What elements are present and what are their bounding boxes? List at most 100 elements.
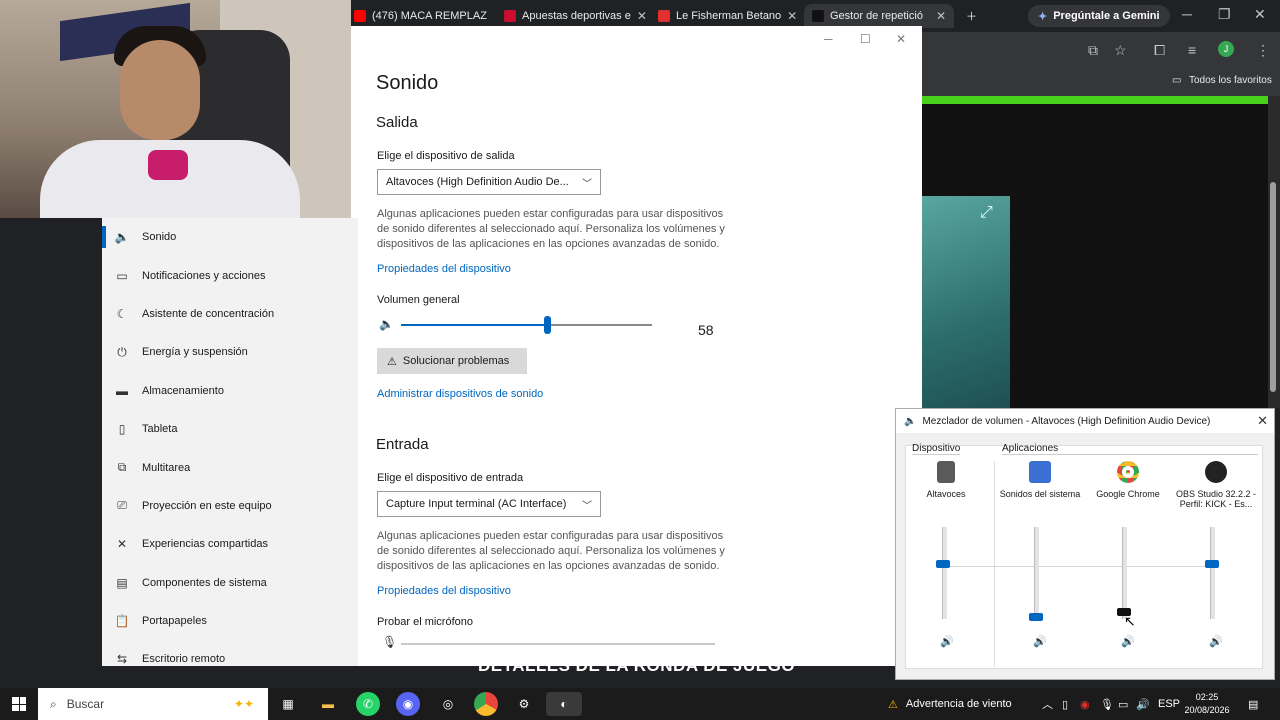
notifications-icon[interactable]: ▤ [1248,688,1258,720]
nav-item-portapapeles[interactable]: 📋 Portapapeles [102,602,358,640]
obs-volume-thumb[interactable] [1205,559,1219,568]
mute-chrome-icon[interactable]: 🔊 [1121,635,1135,648]
nav-item-concentracion[interactable]: ☾ Asistente de concentración [102,295,358,333]
chevron-up-icon[interactable]: ︿ [1042,688,1053,720]
remote-icon: ⇆ [116,652,128,666]
nav-label: Notificaciones y acciones [142,269,266,282]
close-icon[interactable]: ✕ [493,9,494,23]
video-thumbnail[interactable]: ⤢ [922,196,1010,408]
close-icon[interactable]: ✕ [787,9,797,23]
weather-widget[interactable]: ⚠ Advertencia de viento [888,688,1012,720]
chrome-icon [1117,461,1139,483]
clock[interactable]: 02:25 20/08/2026 [1180,691,1234,717]
site-icon [812,10,824,22]
obs-volume-slider[interactable] [1210,527,1215,619]
input-device-select[interactable]: Capture Input terminal (AC Interface) ﹀ [377,491,601,517]
nav-item-experiencias[interactable]: ✕ Experiencias compartidas [102,525,358,563]
record-icon[interactable]: ◉ [1080,688,1090,720]
expand-icon[interactable]: ⤢ [980,204,993,222]
close-icon[interactable]: ✕ [637,9,646,23]
gemini-button[interactable]: ✦ Pregúntale a Gemini [1028,5,1170,27]
whatsapp-icon[interactable]: ✆ [356,692,380,716]
translate-icon[interactable]: ⧉ [1088,42,1098,59]
nav-item-notificaciones[interactable]: ▭ Notificaciones y acciones [102,256,358,294]
menu-icon[interactable]: ⋮ [1256,42,1270,59]
mixer-titlebar: 🔈 Mezclador de volumen - Altavoces (High… [896,409,1274,433]
output-device-select[interactable]: Altavoces (High Definition Audio De... ﹀ [377,169,601,195]
taskbar: ⌕ Buscar ✦✦ ▦ ▬ ✆ ◉ ◎ ⚙ ◐ ⚠ Advertencia … [0,688,1280,720]
maximize-icon[interactable]: ☐ [860,32,871,46]
altavoces-volume-slider[interactable] [942,527,947,619]
button-label: Solucionar problemas [402,355,510,367]
system-volume-thumb[interactable] [1029,613,1043,621]
system-sounds-icon [1029,461,1051,483]
nav-item-componentes[interactable]: ▤ Componentes de sistema [102,564,358,602]
screen-tool-icon[interactable]: ◎ [436,692,460,716]
browser-tab-2[interactable]: Apuestas deportivas e ✕ [496,4,646,28]
file-explorer-icon[interactable]: ▬ [316,692,340,716]
discord-icon[interactable]: ◉ [396,692,420,716]
mouse-cursor-icon: ↖ [1124,613,1136,629]
browser-tab-1[interactable]: (476) MACA REMPLAZ ✕ [346,4,494,28]
manage-devices-link[interactable]: Administrar dispositivos de sonido [377,388,543,400]
mixer-channel-altavoces: Altavoces [902,461,990,499]
output-properties-link[interactable]: Propiedades del dispositivo [377,263,511,275]
minimize-icon[interactable]: ─ [824,32,833,46]
webcam-microphone [148,150,188,180]
mute-altavoces-icon[interactable]: 🔊 [940,635,954,648]
taskbar-search[interactable]: ⌕ Buscar ✦✦ [38,688,268,720]
network-icon[interactable]: ▭ [1118,688,1128,720]
windows-start-icon[interactable] [12,697,26,711]
components-icon: ▤ [116,575,128,590]
all-bookmarks-link[interactable]: Todos los favoritos [1189,75,1272,86]
task-view-icon[interactable]: ▦ [276,692,300,716]
minimize-icon[interactable]: ─ [1182,6,1192,22]
volume-mixer-window: 🔈 Mezclador de volumen - Altavoces (High… [895,408,1275,680]
mute-obs-icon[interactable]: 🔊 [1209,635,1223,648]
bookmark-star-icon[interactable]: ☆ [1114,42,1127,59]
troubleshoot-button[interactable]: ⚠ Solucionar problemas [377,348,527,374]
new-tab-button[interactable]: ＋ [958,4,978,28]
chrome-volume-slider[interactable] [1122,527,1127,619]
volume-slider[interactable] [401,316,652,334]
close-icon[interactable]: ✕ [896,32,906,46]
mixer-channel-obs: OBS Studio 32.2.2 - Perfil: KICK - Es... [1172,461,1260,509]
nav-item-sonido[interactable]: 🔈 Sonido [102,218,358,256]
mixer-taskbar-icon[interactable]: ◐ [546,692,582,716]
speaker-icon[interactable]: 🔈 [379,317,394,331]
scrollbar-thumb[interactable] [1270,182,1276,392]
browser-tab-4[interactable]: Gestor de repetició ✕ [804,4,954,28]
close-icon[interactable]: ✕ [936,9,946,23]
mixer-title: Mezclador de volumen - Altavoces (High D… [922,415,1211,427]
close-icon[interactable]: ✕ [1257,413,1268,429]
language-indicator[interactable]: ESP [1158,688,1180,720]
settings-gear-icon[interactable]: ⚙ [512,692,536,716]
plus-icon: ＋ [966,11,977,23]
close-window-icon[interactable]: ✕ [1254,6,1266,23]
mute-system-icon[interactable]: 🔊 [1033,635,1047,648]
input-properties-link[interactable]: Propiedades del dispositivo [377,585,511,597]
nav-item-almacenamiento[interactable]: ▬ Almacenamiento [102,372,358,410]
volume-icon[interactable]: 🔊 [1136,688,1150,720]
altavoces-volume-thumb[interactable] [936,559,950,568]
tray-app-icon[interactable]: ▯ [1062,688,1068,720]
channel-name: Altavoces [926,489,966,499]
media-icon[interactable]: ≡ [1188,42,1196,58]
nav-item-escritorio-remoto[interactable]: ⇆ Escritorio remoto [102,640,358,666]
storage-icon: ▬ [116,383,128,398]
profile-avatar[interactable]: J [1218,41,1234,57]
microphone-icon[interactable]: 🎙 [1100,688,1114,720]
extensions-icon[interactable]: ⧠ [1154,42,1165,59]
system-volume-slider[interactable] [1034,527,1039,619]
browser-tab-3[interactable]: Le Fisherman Betano ✕ [650,4,800,28]
nav-item-proyeccion[interactable]: ⎚ Proyección en este equipo [102,487,358,525]
nav-item-tableta[interactable]: ▯ Tableta [102,410,358,448]
nav-item-multitarea[interactable]: ⧉ Multitarea [102,448,358,486]
nav-item-energia[interactable]: ⏻ Energía y suspensión [102,333,358,371]
restore-icon[interactable]: ❐ [1218,6,1231,23]
input-device-label: Elige el dispositivo de entrada [377,472,524,484]
site-icon [504,10,516,22]
chrome-taskbar-icon[interactable] [474,692,498,716]
sparkle-icon: ✦ [1038,10,1048,23]
volume-slider-thumb[interactable] [543,316,551,334]
